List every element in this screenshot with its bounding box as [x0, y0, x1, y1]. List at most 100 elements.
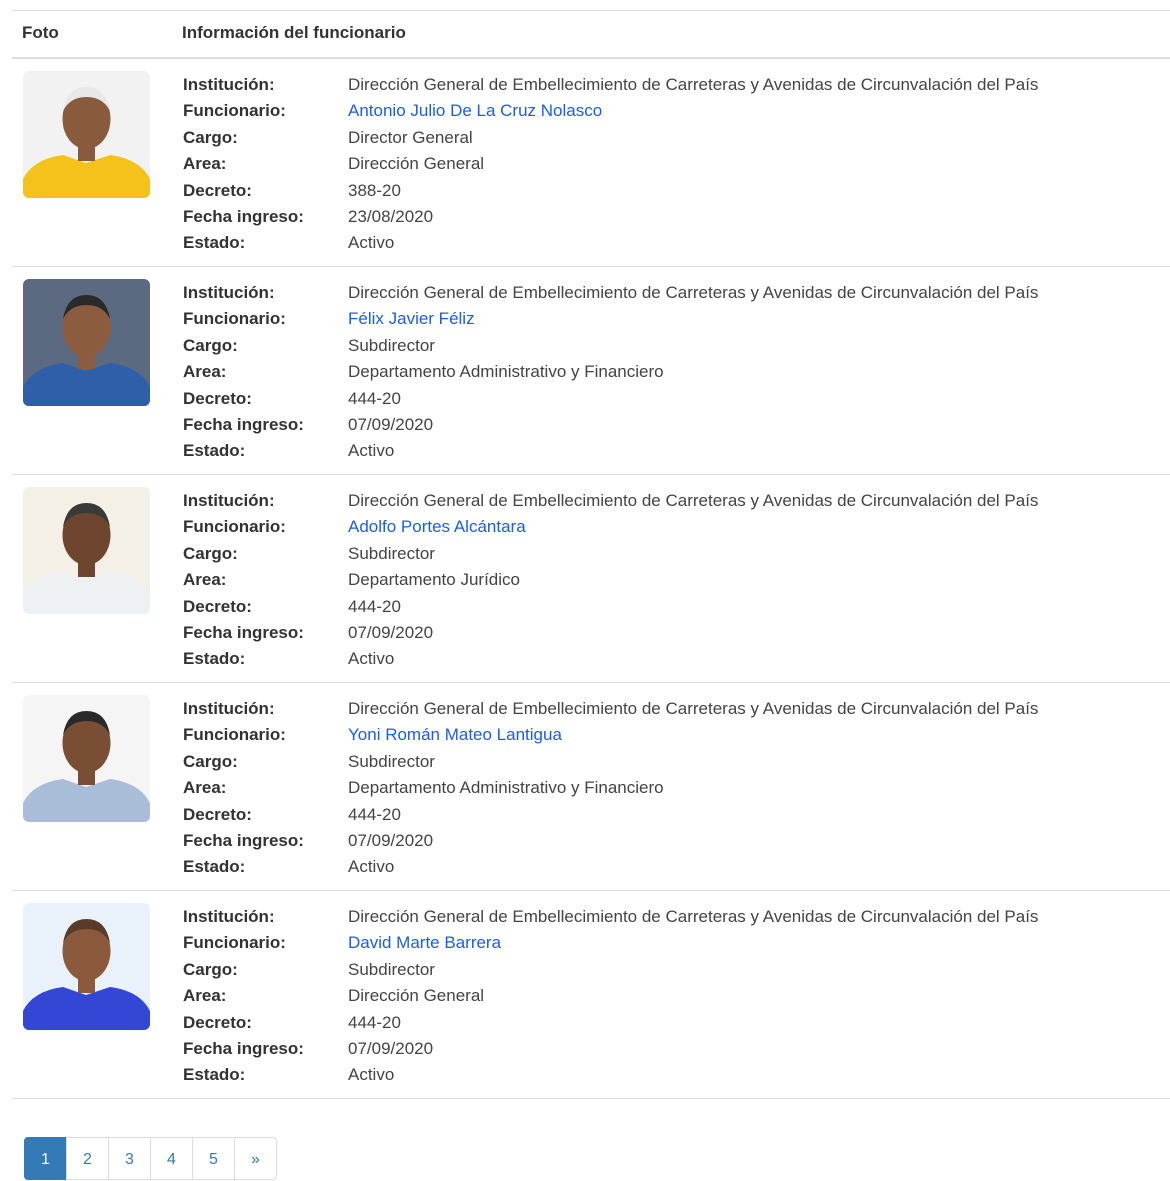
field-fecha-ingreso: Fecha ingreso: 07/09/2020	[183, 828, 1038, 854]
field-label: Funcionario:	[183, 309, 286, 329]
official-name-link[interactable]: Adolfo Portes Alcántara	[348, 514, 526, 540]
official-info: Institución: Dirección General de Embelle…	[183, 280, 1038, 465]
field-funcionario: Funcionario: Yoni Román Mateo Lantigua	[183, 722, 1038, 748]
field-decreto: Decreto: 388-20	[183, 178, 1038, 204]
portrait-image	[23, 695, 150, 822]
portrait-image	[23, 487, 150, 614]
field-value: Dirección General de Embellecimiento de …	[348, 283, 1039, 302]
field-fecha-ingreso: Fecha ingreso: 07/09/2020	[183, 1036, 1038, 1062]
field-label: Area:	[183, 154, 227, 174]
field-estado: Estado: Activo	[183, 438, 1038, 464]
field-label: Institución:	[183, 283, 275, 302]
table-row: Institución: Dirección General de Embelle…	[12, 683, 1170, 891]
field-decreto: Decreto: 444-20	[183, 1010, 1038, 1036]
field-decreto: Decreto: 444-20	[183, 594, 1038, 620]
field-label: Estado:	[183, 857, 246, 877]
field-area: Area: Dirección General	[183, 151, 1038, 177]
field-label: Funcionario:	[183, 517, 286, 537]
page-3-button[interactable]: 3	[108, 1137, 151, 1180]
official-name-link[interactable]: Félix Javier Féliz	[348, 306, 475, 332]
field-value: Subdirector	[348, 959, 435, 979]
field-institucion: Institución: Dirección General de Embelle…	[183, 904, 1038, 930]
field-area: Area: Departamento Administrativo y Finan…	[183, 359, 1038, 385]
field-value: Subdirector	[348, 751, 435, 771]
field-fecha-ingreso: Fecha ingreso: 23/08/2020	[183, 204, 1038, 230]
page-5-button[interactable]: 5	[192, 1137, 235, 1180]
field-label: Estado:	[183, 1065, 246, 1085]
field-value: Departamento Administrativo y Financiero	[348, 362, 664, 382]
field-label: Fecha ingreso:	[183, 414, 304, 434]
field-value: 07/09/2020	[348, 830, 434, 850]
field-label: Estado:	[183, 441, 246, 461]
field-value: 444-20	[348, 804, 401, 824]
official-info: Institución: Dirección General de Embelle…	[183, 72, 1038, 257]
field-estado: Estado: Activo	[183, 1062, 1038, 1088]
field-label: Funcionario:	[183, 933, 286, 953]
field-value: 23/08/2020	[348, 206, 434, 226]
field-label: Area:	[183, 778, 227, 798]
field-label: Decreto:	[183, 1012, 252, 1032]
field-value: Dirección General de Embellecimiento de …	[348, 699, 1039, 718]
table-row: Institución: Dirección General de Embelle…	[12, 475, 1170, 683]
table-row: Institución: Dirección General de Embelle…	[12, 267, 1170, 475]
field-value: 444-20	[348, 1012, 401, 1032]
official-name-link[interactable]: Yoni Román Mateo Lantigua	[348, 722, 562, 748]
field-value: Subdirector	[348, 543, 435, 563]
official-name-link[interactable]: Antonio Julio De La Cruz Nolasco	[348, 98, 602, 124]
field-value: Dirección General de Embellecimiento de …	[348, 907, 1039, 926]
field-institucion: Institución: Dirección General de Embelle…	[183, 280, 1038, 306]
field-funcionario: Funcionario: Félix Javier Féliz	[183, 306, 1038, 332]
field-cargo: Cargo: Subdirector	[183, 333, 1038, 359]
official-photo	[23, 71, 150, 198]
portrait-image	[23, 279, 150, 406]
page-1-button[interactable]: 1	[24, 1137, 67, 1180]
field-area: Area: Departamento Administrativo y Finan…	[183, 775, 1038, 801]
official-photo	[23, 903, 150, 1030]
field-area: Area: Dirección General	[183, 983, 1038, 1009]
field-value: 07/09/2020	[348, 1038, 434, 1058]
field-funcionario: Funcionario: David Marte Barrera	[183, 930, 1038, 956]
pagination: 1 2 3 4 5»	[24, 1137, 277, 1180]
field-value: Dirección General	[348, 154, 485, 174]
page-2-button[interactable]: 2	[66, 1137, 109, 1180]
field-label: Fecha ingreso:	[183, 622, 304, 642]
field-institucion: Institución: Dirección General de Embelle…	[183, 72, 1038, 98]
portrait-image	[23, 903, 150, 1030]
field-cargo: Cargo: Director General	[183, 125, 1038, 151]
field-label: Estado:	[183, 233, 246, 253]
table-row: Institución: Dirección General de Embelle…	[12, 59, 1170, 267]
field-label: Institución:	[183, 907, 275, 926]
field-label: Fecha ingreso:	[183, 206, 304, 226]
official-photo	[23, 279, 150, 406]
field-fecha-ingreso: Fecha ingreso: 07/09/2020	[183, 620, 1038, 646]
official-photo	[23, 695, 150, 822]
next-page-button[interactable]: »	[234, 1137, 277, 1180]
field-value: Activo	[348, 1065, 395, 1085]
field-value: Dirección General de Embellecimiento de …	[348, 75, 1039, 94]
field-institucion: Institución: Dirección General de Embelle…	[183, 696, 1038, 722]
field-label: Decreto:	[183, 596, 252, 616]
table-header: Foto Información del funcionario	[12, 11, 1170, 59]
field-funcionario: Funcionario: Antonio Julio De La Cruz Nol…	[183, 98, 1038, 124]
official-name-link[interactable]: David Marte Barrera	[348, 930, 501, 956]
field-estado: Estado: Activo	[183, 646, 1038, 672]
field-estado: Estado: Activo	[183, 854, 1038, 880]
official-info: Institución: Dirección General de Embelle…	[183, 696, 1038, 881]
column-header-photo: Foto	[22, 23, 59, 42]
field-cargo: Cargo: Subdirector	[183, 749, 1038, 775]
page-4-button[interactable]: 4	[150, 1137, 193, 1180]
official-info: Institución: Dirección General de Embelle…	[183, 904, 1038, 1089]
field-label: Institución:	[183, 75, 275, 94]
field-value: 388-20	[348, 180, 401, 200]
field-value: Dirección General de Embellecimiento de …	[348, 491, 1039, 510]
table-body: Institución: Dirección General de Embelle…	[12, 59, 1170, 1099]
field-label: Funcionario:	[183, 725, 286, 745]
field-area: Area: Departamento Jurídico	[183, 567, 1038, 593]
field-label: Institución:	[183, 491, 275, 510]
field-label: Funcionario:	[183, 101, 286, 121]
field-label: Institución:	[183, 699, 275, 718]
portrait-image	[23, 71, 150, 198]
field-value: Director General	[348, 127, 473, 147]
field-value: Activo	[348, 233, 395, 253]
field-value: Departamento Administrativo y Financiero	[348, 778, 664, 798]
